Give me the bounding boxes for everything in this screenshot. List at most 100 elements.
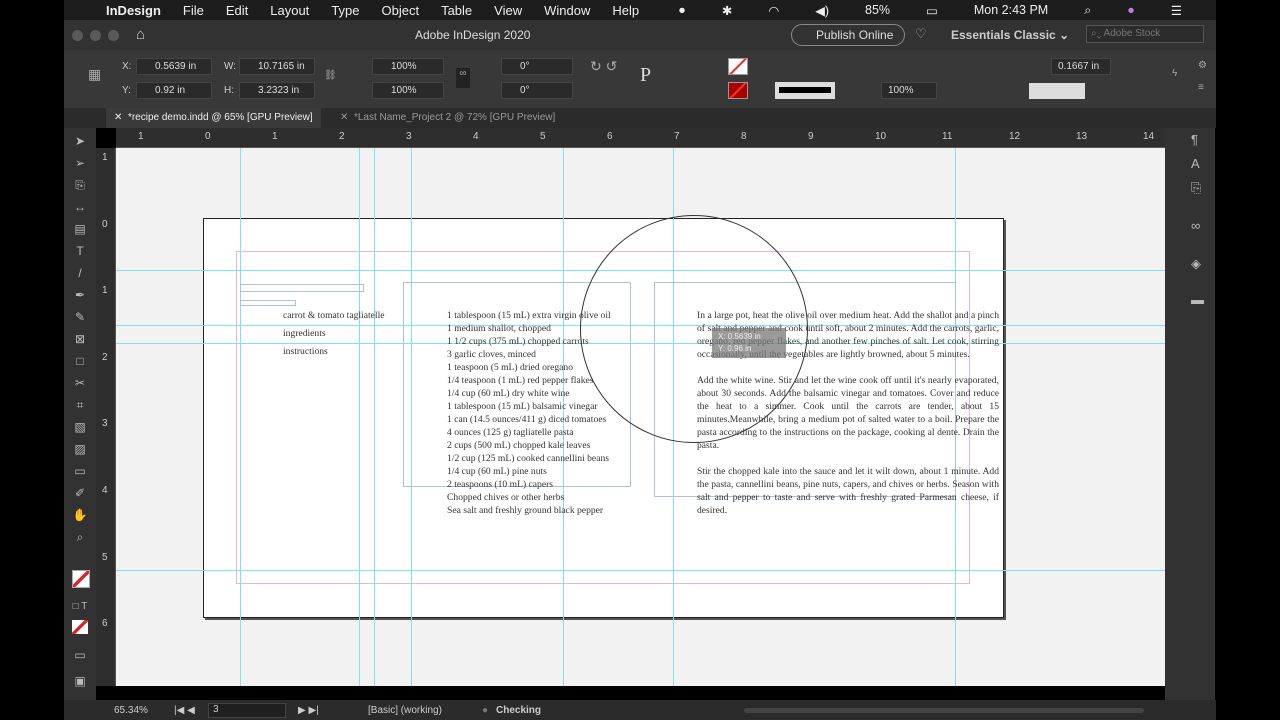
type-tool-icon[interactable]: T	[72, 244, 88, 258]
next-page-button[interactable]: ▶ ▶|	[298, 705, 319, 716]
search-placeholder: Adobe Stock	[1103, 28, 1161, 39]
panel-menu-icon[interactable]: ≡	[1198, 82, 1204, 93]
frame-fitting-preview[interactable]	[1029, 83, 1085, 99]
label-ingredients[interactable]: ingredients	[283, 327, 326, 340]
rotation-field[interactable]: 0°	[501, 58, 573, 75]
scale-y-field[interactable]: 100%	[372, 82, 444, 99]
link-scale-icon[interactable]: ∞	[456, 68, 470, 88]
ruler-tick-label: 13	[1076, 131, 1088, 142]
zoom-level[interactable]: 65.34%	[114, 705, 148, 716]
menu-view[interactable]: View	[494, 3, 522, 18]
menu-type[interactable]: Type	[331, 3, 359, 18]
gradient-feather-tool-icon[interactable]: ▨	[72, 442, 88, 456]
gear-icon[interactable]: ⚙	[1198, 60, 1207, 71]
ingredient-line: 1/2 cup (125 mL) cooked cannellini beans	[447, 453, 609, 464]
first-page-button[interactable]: |◀ ◀	[174, 705, 195, 716]
ingredient-line: Sea salt and freshly ground black pepper	[447, 505, 604, 516]
screen-mode-icon[interactable]: ▭	[72, 648, 88, 662]
height-field[interactable]: 3.2323 in	[239, 82, 315, 99]
y-field[interactable]: 0.92 in	[136, 82, 212, 99]
close-window-button[interactable]	[72, 30, 83, 41]
zoom-tool-icon[interactable]: ⌕	[72, 530, 88, 544]
workspace-switcher[interactable]: Essentials Classic ⌄	[951, 28, 1069, 42]
stroke-swatch[interactable]	[728, 82, 748, 99]
menu-file[interactable]: File	[183, 3, 204, 18]
menu-layout[interactable]: Layout	[270, 3, 309, 18]
fill-swatch[interactable]	[728, 58, 748, 75]
rectangle-frame-tool-icon[interactable]: ⊠	[72, 332, 88, 346]
apply-none-icon[interactable]	[72, 620, 88, 634]
select-content-icon[interactable]: P	[640, 64, 651, 87]
bluetooth-icon[interactable]: ✱	[722, 3, 732, 18]
page-number-field[interactable]: 3	[208, 703, 286, 718]
fill-stroke-icon[interactable]	[72, 570, 90, 588]
menu-window[interactable]: Window	[544, 3, 590, 18]
menu-object[interactable]: Object	[382, 3, 420, 18]
horizontal-scrollbar[interactable]	[744, 708, 1144, 713]
page-tool-icon[interactable]: ⎘	[72, 178, 88, 192]
gradient-swatch-tool-icon[interactable]: ▧	[72, 420, 88, 434]
scale-x-field[interactable]: 100%	[372, 58, 444, 75]
zoom-window-button[interactable]	[108, 30, 119, 41]
width-field[interactable]: 10.7165 in	[239, 58, 315, 75]
opacity-field[interactable]: 100%	[881, 82, 937, 99]
free-transform-tool-icon[interactable]: ⌗	[72, 398, 88, 412]
reference-point-icon[interactable]: ▦	[88, 66, 101, 83]
align-icon[interactable]: ▬	[1191, 292, 1204, 307]
recipe-title[interactable]: carrot & tomato tagliatelle	[283, 309, 385, 322]
volume-icon[interactable]: ◀)	[815, 3, 829, 18]
minimize-window-button[interactable]	[90, 30, 101, 41]
ruler-tick-label: 5	[102, 551, 108, 563]
style-status[interactable]: [Basic] (working)	[368, 705, 442, 716]
links-icon[interactable]: ∞	[1191, 218, 1200, 233]
gutter-field[interactable]: 0.1667 in	[1051, 58, 1111, 75]
scissors-tool-icon[interactable]: ✂	[72, 376, 88, 390]
document-canvas[interactable]: carrot & tomato tagliatelle ingredients …	[116, 148, 1165, 686]
eyedropper-tool-icon[interactable]: ✐	[72, 486, 88, 500]
siri-icon[interactable]: ●	[1127, 3, 1135, 17]
constrain-proportions-icon[interactable]: ⛓	[324, 70, 337, 81]
pages-icon[interactable]: ⎘	[1191, 180, 1201, 196]
wifi-icon[interactable]: ◠	[768, 3, 779, 18]
gap-tool-icon[interactable]: ↔	[72, 200, 88, 214]
pencil-tool-icon[interactable]: ✎	[72, 310, 88, 324]
stroke-type[interactable]	[775, 82, 835, 99]
character-icon[interactable]: A	[1191, 156, 1200, 171]
lightbulb-icon[interactable]: ♡	[915, 26, 927, 42]
tab-recipe-demo[interactable]: ✕ *recipe demo.indd @ 65% [GPU Preview]	[106, 108, 321, 128]
home-icon[interactable]: ⌂	[136, 26, 145, 43]
menu-help[interactable]: Help	[612, 3, 639, 18]
ingredient-line: 2 cups (500 mL) chopped kale leaves	[447, 440, 591, 451]
hand-tool-icon[interactable]: ✋	[72, 508, 88, 522]
rotate-cw-icon[interactable]: ↻ ↺	[590, 58, 617, 75]
preview-mode-icon[interactable]: ▣	[72, 674, 88, 688]
selection-tool-icon[interactable]: ➤	[72, 134, 88, 148]
battery-percent[interactable]: 85%	[865, 3, 890, 17]
rectangle-tool-icon[interactable]: □	[72, 354, 88, 368]
layers-icon[interactable]: ◈	[1191, 256, 1201, 272]
content-collector-icon[interactable]: ▤	[72, 222, 88, 236]
publish-online-button[interactable]: Publish Online	[791, 24, 905, 46]
horizontal-ruler[interactable]: 1 0 1 2 3 4 5 6 7 8 9 10 11 12 13 14	[116, 128, 1165, 148]
vertical-ruler[interactable]: 1 0 1 2 3 4 5 6	[96, 148, 116, 686]
note-tool-icon[interactable]: ▭	[72, 464, 88, 478]
quick-apply-icon[interactable]: ϟ	[1172, 68, 1177, 79]
preflight-status[interactable]: Checking	[496, 705, 541, 716]
pen-tool-icon[interactable]: ✒	[72, 288, 88, 302]
menu-edit[interactable]: Edit	[226, 3, 248, 18]
clock[interactable]: Mon 2:43 PM	[974, 3, 1048, 17]
line-tool-icon[interactable]: /	[72, 266, 88, 280]
x-field[interactable]: 0.5639 in	[136, 58, 212, 75]
formatting-affects-container-icon[interactable]: □ T	[72, 600, 88, 614]
direct-selection-tool-icon[interactable]: ➢	[72, 156, 88, 170]
record-icon[interactable]: ●	[678, 3, 686, 17]
paragraph-icon[interactable]: ¶	[1191, 132, 1198, 147]
adobe-stock-search[interactable]: ⌕⌄ Adobe Stock	[1086, 25, 1204, 43]
menu-table[interactable]: Table	[441, 3, 472, 18]
label-instructions[interactable]: instructions	[283, 345, 328, 358]
spotlight-icon[interactable]: ⌕	[1084, 3, 1091, 18]
menu-app[interactable]: InDesign	[106, 3, 161, 18]
shear-field[interactable]: 0°	[501, 82, 573, 99]
tab-last-name-project[interactable]: ✕ *Last Name_Project 2 @ 72% [GPU Previe…	[332, 108, 563, 128]
notification-icon[interactable]: ☰	[1171, 3, 1182, 18]
